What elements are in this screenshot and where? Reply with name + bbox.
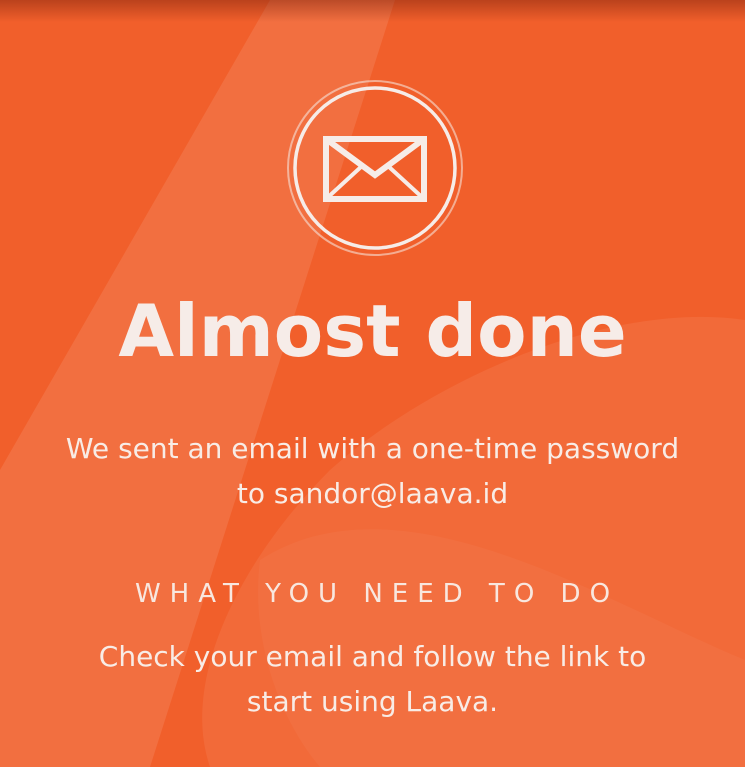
section-heading: WHAT YOU NEED TO DO (134, 579, 620, 609)
envelope-icon (287, 80, 463, 256)
message-line-email: to sandor@laava.id (236, 477, 509, 510)
envelope-badge (286, 79, 464, 257)
instructions-line: start using Laava. (246, 685, 499, 718)
message-line: We sent an email with a one-time passwor… (65, 432, 680, 465)
instructions-line: Check your email and follow the link to (98, 640, 647, 673)
content: Almost done We sent an email with a one-… (0, 0, 745, 767)
verification-page: Almost done We sent an email with a one-… (0, 0, 745, 767)
page-title: Almost done (118, 289, 627, 373)
instructions-text: Check your email and follow the link to … (60, 634, 685, 724)
confirmation-message: We sent an email with a one-time passwor… (40, 426, 705, 516)
